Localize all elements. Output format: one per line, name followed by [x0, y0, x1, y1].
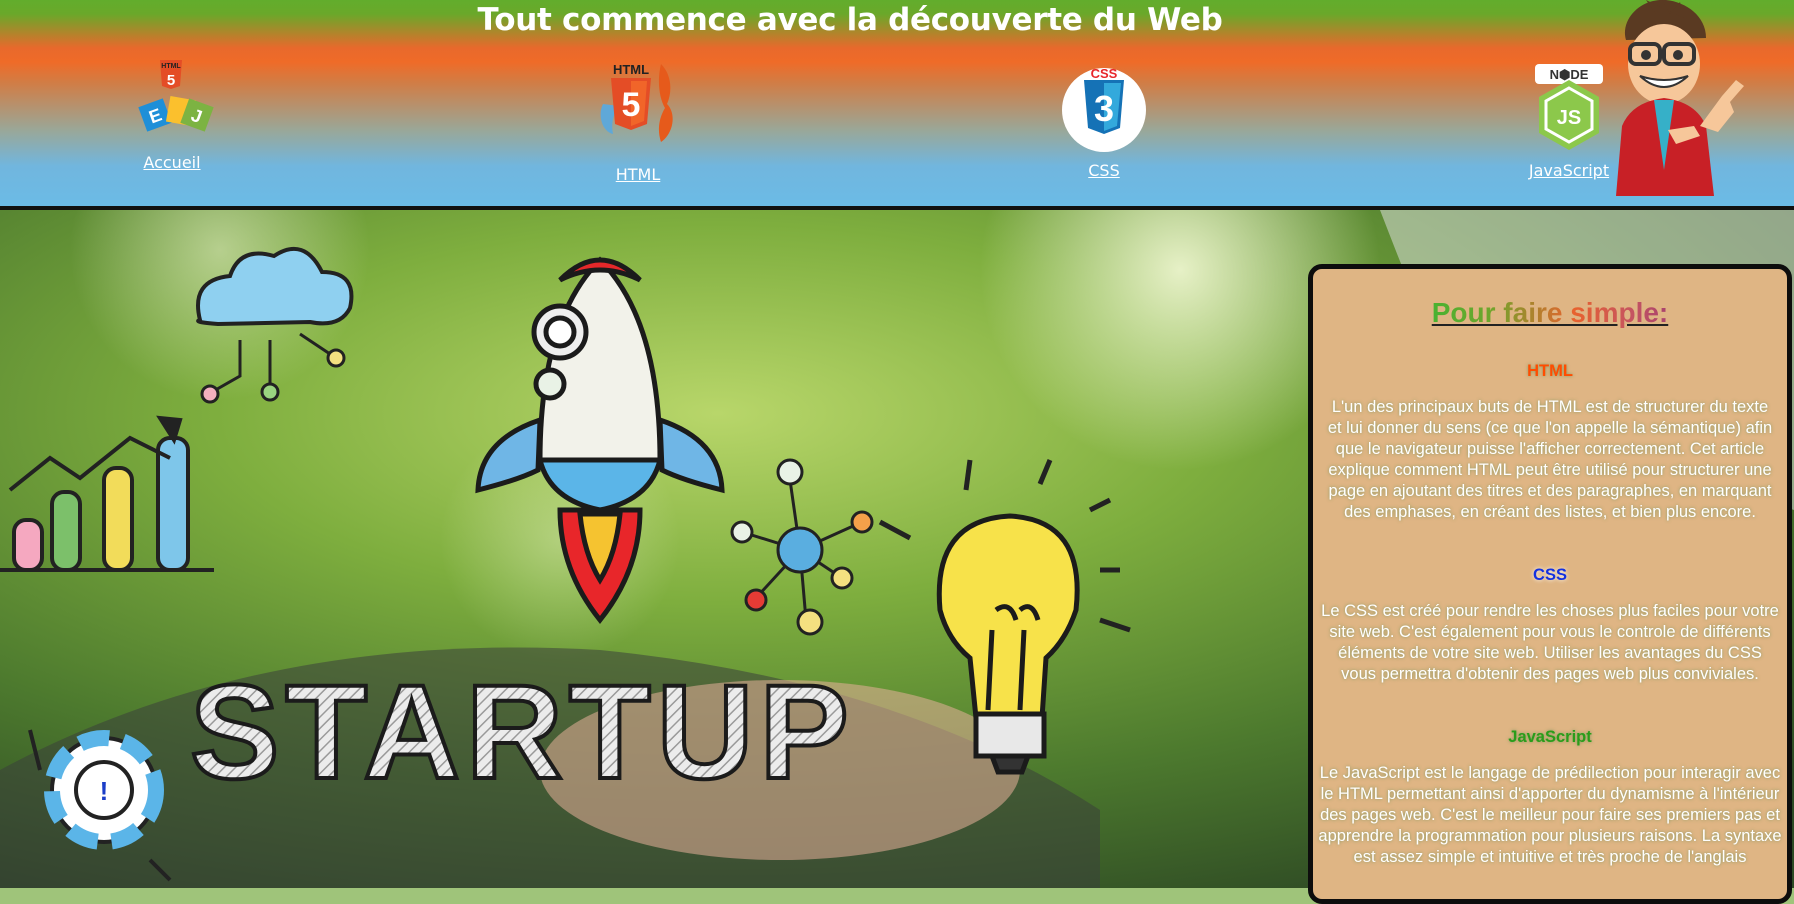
svg-text:HTML: HTML	[613, 62, 649, 77]
svg-text:3: 3	[1094, 88, 1114, 129]
site-header: Tout commence avec la découverte du Web …	[0, 0, 1794, 210]
svg-text:5: 5	[622, 86, 641, 124]
svg-text:HTML: HTML	[161, 63, 181, 70]
svg-text:!: !	[100, 776, 109, 806]
nav-item-accueil[interactable]: HTML 5 E J Accueil	[92, 58, 252, 173]
section-text-javascript: Le JavaScript est le langage de prédilec…	[1318, 764, 1782, 866]
svg-text:CSS: CSS	[1091, 66, 1118, 81]
html5-logo-icon: HTML 5 E J	[138, 60, 214, 132]
section-title-javascript: JavaScript	[1508, 728, 1592, 746]
section-text-css: Le CSS est créé pour rendre les choses p…	[1321, 602, 1779, 683]
nav-item-css[interactable]: CSS 3 CSS	[1024, 64, 1184, 181]
svg-text:N⬢DE: N⬢DE	[1550, 67, 1589, 82]
html5-shield-icon: HTML 5	[600, 62, 673, 142]
nav-link-html[interactable]: HTML	[616, 165, 661, 184]
svg-text:5: 5	[167, 72, 175, 89]
section-title-css: CSS	[1533, 566, 1567, 584]
section-text-html: L'un des principaux buts de HTML est de …	[1327, 398, 1773, 521]
site-title: Tout commence avec la découverte du Web	[477, 2, 1223, 38]
startup-text: STARTUP	[190, 658, 855, 807]
section-title-html: HTML	[1527, 362, 1573, 380]
developer-mascot-image	[1616, 0, 1744, 196]
nav-item-html[interactable]: HTML 5 HTML	[558, 60, 718, 185]
panel-title: Pour faire simple:	[1431, 297, 1669, 328]
nav-link-css[interactable]: CSS	[1088, 161, 1119, 180]
nav-link-accueil[interactable]: Accueil	[143, 153, 200, 172]
info-panel: Pour faire simple: HTML L'un des princip…	[1308, 264, 1792, 904]
css3-shield-icon: CSS 3	[1062, 66, 1146, 152]
svg-text:JS: JS	[1557, 107, 1581, 129]
